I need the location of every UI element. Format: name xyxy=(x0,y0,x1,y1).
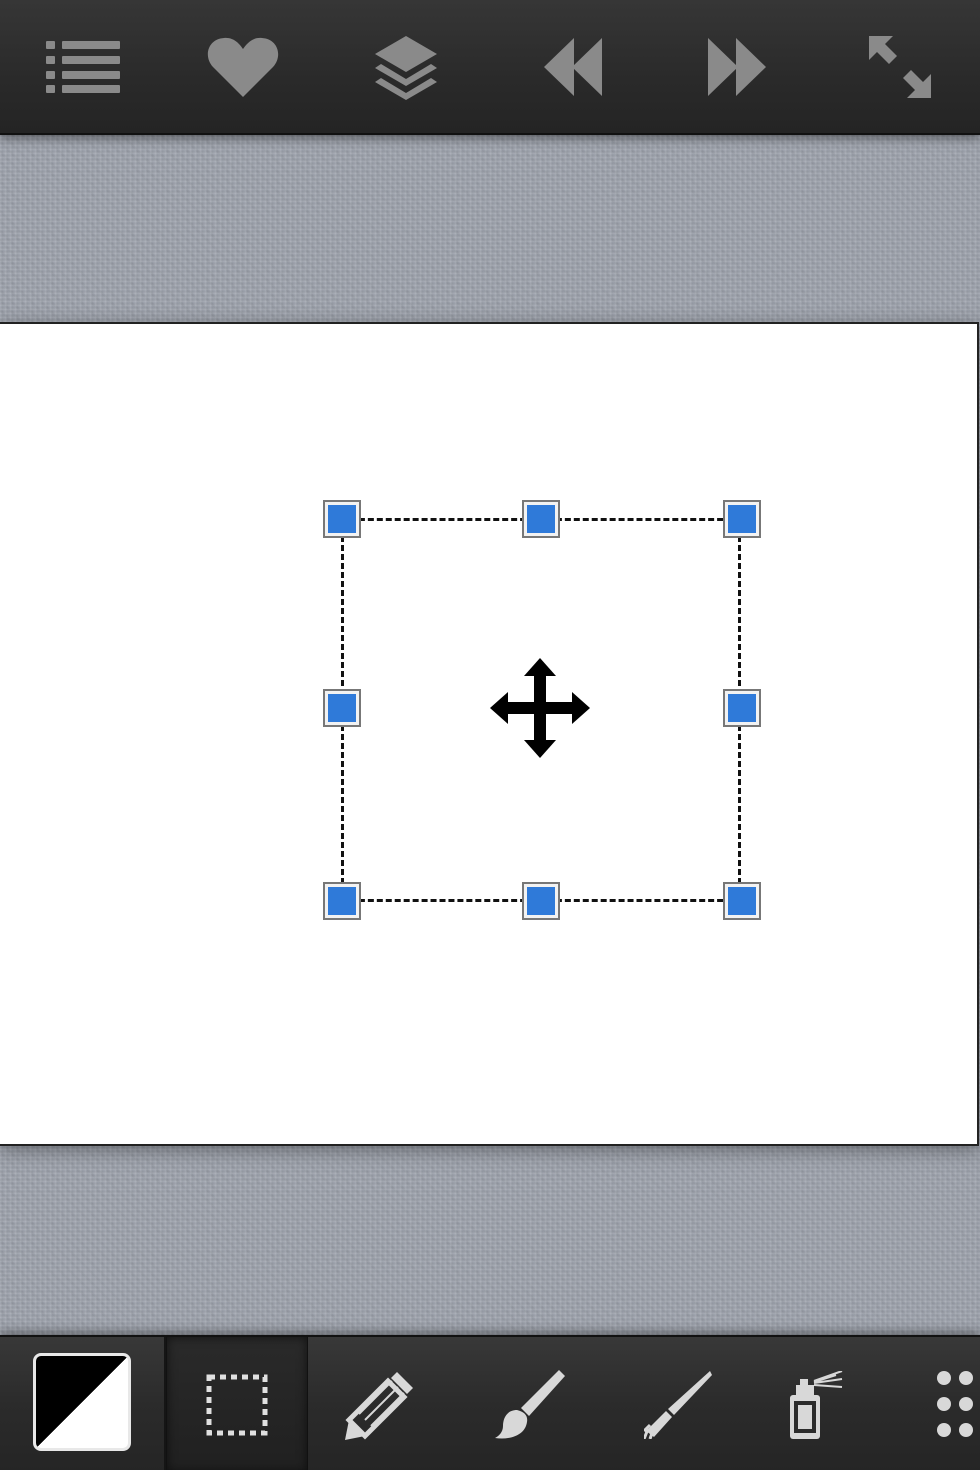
spray-tool[interactable] xyxy=(754,1337,874,1470)
resize-handle-bottom-right[interactable] xyxy=(723,882,761,920)
color-swatch[interactable] xyxy=(33,1353,131,1451)
list-icon xyxy=(46,41,120,93)
resize-handle-middle-right[interactable] xyxy=(723,689,761,727)
resize-handle-bottom-center[interactable] xyxy=(522,882,560,920)
rect-select-tool[interactable] xyxy=(166,1337,308,1470)
resize-handle-bottom-left[interactable] xyxy=(323,882,361,920)
menu-list-button[interactable] xyxy=(38,24,128,110)
resize-handle-middle-left[interactable] xyxy=(323,689,361,727)
fast-forward-icon xyxy=(708,38,766,96)
feather-brush-icon xyxy=(644,1370,712,1439)
drawing-canvas[interactable] xyxy=(0,322,979,1146)
pencil-icon xyxy=(345,1371,413,1440)
rewind-icon xyxy=(544,38,602,96)
resize-handle-top-right[interactable] xyxy=(723,500,761,538)
pencil-tool[interactable] xyxy=(310,1337,450,1470)
layers-icon xyxy=(375,36,437,100)
fullscreen-button[interactable] xyxy=(855,24,945,110)
brush-icon xyxy=(495,1369,565,1438)
brush-tool[interactable] xyxy=(460,1337,600,1470)
spray-can-icon xyxy=(790,1370,843,1439)
rect-select-icon xyxy=(206,1374,268,1435)
redo-button[interactable] xyxy=(692,24,782,110)
heart-icon xyxy=(207,37,279,97)
move-arrows-icon[interactable] xyxy=(490,658,590,758)
top-toolbar xyxy=(0,0,980,135)
more-tools-button[interactable] xyxy=(920,1337,980,1470)
more-dots-icon xyxy=(937,1370,973,1437)
resize-handle-top-left[interactable] xyxy=(323,500,361,538)
undo-button[interactable] xyxy=(530,24,620,110)
feather-brush-tool[interactable] xyxy=(608,1337,748,1470)
fullscreen-icon xyxy=(869,36,931,98)
layers-button[interactable] xyxy=(361,24,451,110)
favorite-button[interactable] xyxy=(198,24,288,110)
bottom-toolbar xyxy=(0,1335,980,1470)
color-picker-button[interactable] xyxy=(0,1337,164,1470)
resize-handle-top-center[interactable] xyxy=(522,500,560,538)
